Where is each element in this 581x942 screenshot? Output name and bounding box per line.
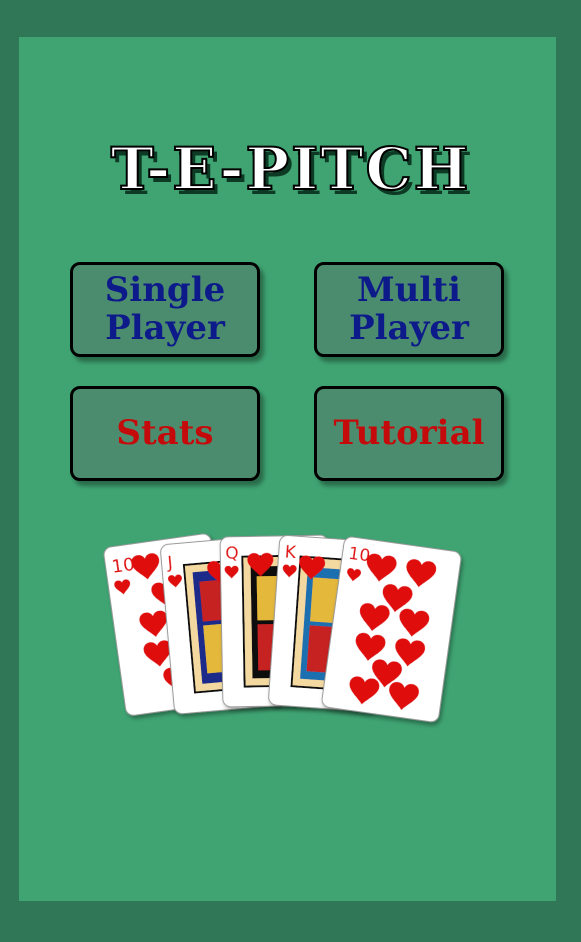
multi-player-label-line1: Multi <box>357 270 461 311</box>
stats-button[interactable]: Stats <box>70 386 260 481</box>
multi-player-button[interactable]: Multi Player <box>314 262 504 357</box>
single-player-label-line1: Single <box>104 270 226 311</box>
multi-player-label-line2: Player <box>349 307 469 348</box>
stats-label: Stats <box>116 412 214 453</box>
game-title: T-E-PITCH <box>110 134 471 204</box>
tutorial-button[interactable]: Tutorial <box>314 386 504 481</box>
single-player-button[interactable]: Single Player <box>70 262 260 357</box>
single-player-label-line2: Player <box>105 307 225 348</box>
tutorial-label: Tutorial <box>333 412 485 453</box>
